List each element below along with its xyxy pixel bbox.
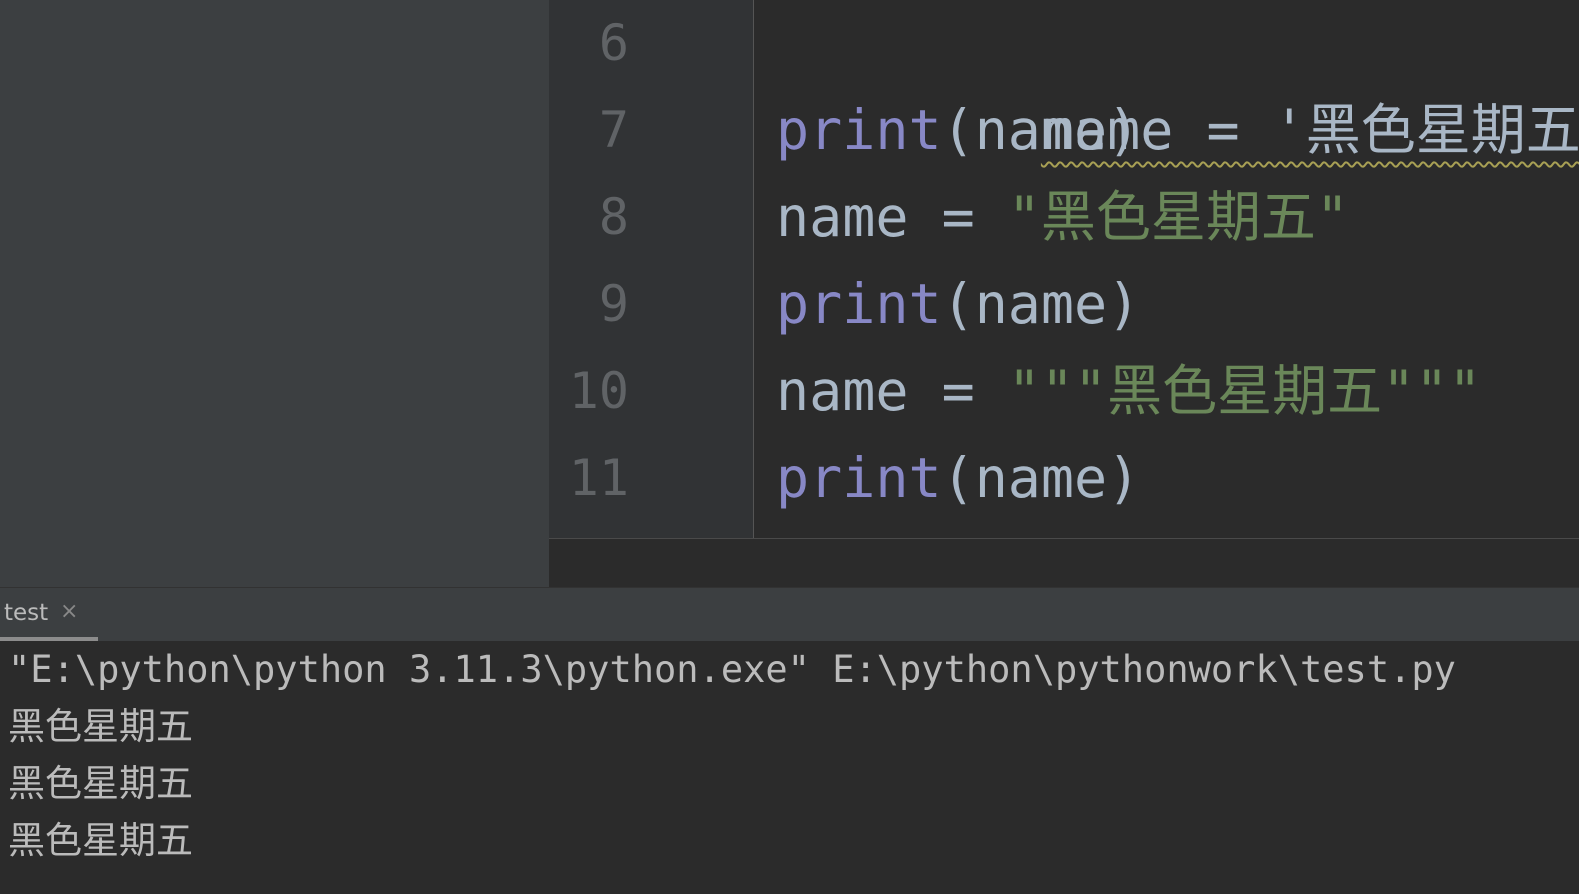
- string-literal-token: "黑色星期五": [1007, 185, 1350, 249]
- builtin-print-token: print: [776, 98, 942, 162]
- editor-empty-area[interactable]: [549, 539, 1579, 587]
- code-token: (name): [941, 98, 1141, 162]
- line-number: 7: [598, 101, 629, 159]
- close-icon[interactable]: ×: [60, 599, 78, 624]
- line-number: 11: [568, 449, 629, 507]
- code-line[interactable]: 7 print(name): [549, 87, 1579, 174]
- run-tool-window-header: test ×: [0, 587, 1579, 642]
- project-panel[interactable]: [0, 0, 549, 587]
- console-output-line: 黑色星期五: [8, 705, 193, 748]
- code-editor[interactable]: 6 name = '黑色星期五' 7 print(name) 8 name = …: [549, 0, 1579, 587]
- code-token: (name): [941, 272, 1141, 336]
- console-command-line: "E:\python\python 3.11.3\python.exe" E:\…: [8, 648, 1456, 691]
- console-output-line: 黑色星期五: [8, 819, 193, 862]
- line-number: 6: [598, 14, 629, 72]
- code-line[interactable]: 9 print(name): [549, 261, 1579, 348]
- code-line[interactable]: 8 name = "黑色星期五": [549, 174, 1579, 261]
- code-token: name =: [776, 185, 1008, 249]
- code-text: print(name): [776, 435, 1140, 522]
- code-text: name = """黑色星期五""": [776, 348, 1481, 435]
- code-text: print(name): [776, 261, 1140, 348]
- run-console-output[interactable]: "E:\python\python 3.11.3\python.exe" E:\…: [0, 641, 1579, 894]
- builtin-print-token: print: [776, 446, 942, 510]
- line-number: 8: [598, 188, 629, 246]
- ide-window: 6 name = '黑色星期五' 7 print(name) 8 name = …: [0, 0, 1579, 894]
- console-output-line: 黑色星期五: [8, 762, 193, 805]
- code-text: name = "黑色星期五": [776, 174, 1349, 261]
- code-text: print(name): [776, 87, 1140, 174]
- run-tab-label: test: [4, 600, 49, 626]
- builtin-print-token: print: [776, 272, 942, 336]
- line-number: 10: [568, 362, 629, 420]
- code-token: (name): [941, 446, 1141, 510]
- code-line[interactable]: 11 print(name): [549, 435, 1579, 522]
- run-tab-test[interactable]: test ×: [0, 588, 100, 642]
- line-number: 9: [598, 275, 629, 333]
- string-literal-token: """黑色星期五""": [1007, 359, 1482, 423]
- code-line[interactable]: 6 name = '黑色星期五': [549, 0, 1579, 162]
- code-token: name =: [776, 359, 1008, 423]
- code-line[interactable]: 10 name = """黑色星期五""": [549, 348, 1579, 435]
